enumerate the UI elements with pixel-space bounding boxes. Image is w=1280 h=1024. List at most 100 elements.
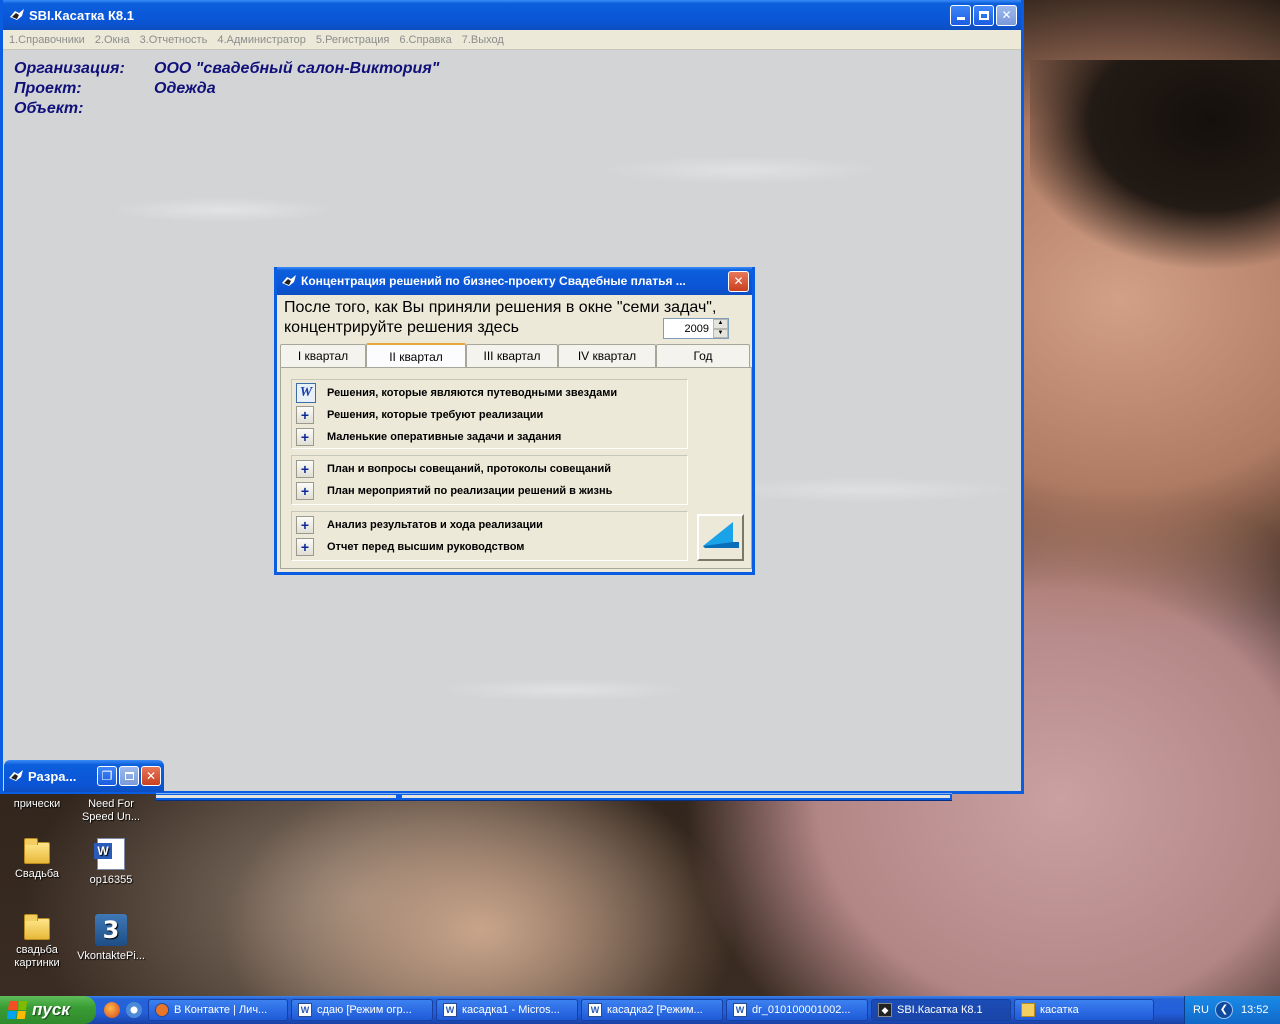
restore-icon: ❐ bbox=[101, 769, 113, 783]
minimize-button[interactable] bbox=[950, 4, 971, 26]
app-icon bbox=[282, 275, 296, 286]
minimized-window-title: Разра... bbox=[28, 768, 77, 784]
menu-bar: 1.Справочники 2.Окна 3.Отчетность 4.Адми… bbox=[3, 30, 1021, 50]
plus-icon[interactable]: + bbox=[296, 538, 314, 556]
menu-item-registratsiya[interactable]: 5.Регистрация bbox=[316, 34, 389, 46]
spin-down-icon[interactable]: ▼ bbox=[713, 328, 728, 338]
taskbar-item-kasatka-folder[interactable]: касатка bbox=[1014, 999, 1154, 1021]
close-icon: ✕ bbox=[733, 274, 744, 288]
plus-icon[interactable]: + bbox=[296, 406, 314, 424]
menu-item-spravochniki[interactable]: 1.Справочники bbox=[9, 34, 85, 46]
language-indicator[interactable]: RU bbox=[1193, 1004, 1215, 1016]
menu-item-spravka[interactable]: 6.Справка bbox=[399, 34, 451, 46]
object-label: Объект: bbox=[14, 100, 84, 117]
taskbar-item-kasadka1[interactable]: Wкасадка1 - Micros... bbox=[436, 999, 578, 1021]
plus-icon[interactable]: + bbox=[296, 428, 314, 446]
desktop-icon-label: прически bbox=[13, 798, 61, 810]
main-window-title: SBI.Касатка К8.1 bbox=[29, 7, 134, 23]
minimized-close-button[interactable]: ✕ bbox=[141, 766, 161, 786]
media-player-icon[interactable] bbox=[126, 1002, 142, 1018]
task-label: dr_010100001002... bbox=[752, 1004, 851, 1016]
item-label: План мероприятий по реализации решений в… bbox=[327, 485, 613, 497]
maximize-button-disabled[interactable] bbox=[119, 766, 139, 786]
menu-item-otchetnost[interactable]: 3.Отчетность bbox=[140, 34, 208, 46]
start-label: пуск bbox=[32, 1000, 70, 1019]
taskbar-item-sbi-kasatka[interactable]: ◆ SBI.Касатка К8.1 bbox=[871, 999, 1011, 1021]
desktop-icon-pricheski[interactable]: прически bbox=[0, 798, 74, 811]
quick-launch bbox=[96, 1002, 148, 1018]
tab-q1[interactable]: I квартал bbox=[280, 344, 366, 367]
task-label: касадка1 - Micros... bbox=[462, 1004, 560, 1016]
item-label: Решения, которые требуют реализации bbox=[327, 409, 544, 421]
taskbar-item-kasadka2[interactable]: Wкасадка2 [Режим... bbox=[581, 999, 723, 1021]
list-item[interactable]: + Маленькие оперативные задачи и задания bbox=[292, 426, 687, 448]
close-icon: ✕ bbox=[145, 769, 157, 783]
list-item[interactable]: W Решения, которые являются путеводными … bbox=[292, 382, 687, 404]
inner-window-edge bbox=[156, 793, 952, 801]
list-item[interactable]: + План мероприятий по реализации решений… bbox=[292, 480, 687, 502]
network-icon[interactable]: ❮ bbox=[1215, 1001, 1233, 1019]
word-doc-icon[interactable]: W bbox=[296, 383, 316, 403]
main-window-titlebar[interactable]: SBI.Касатка К8.1 ✕ bbox=[3, 0, 1021, 30]
folder-icon bbox=[1021, 1003, 1035, 1017]
taskbar: пуск В Контакте | Лич... Wсдаю [Режим ог… bbox=[0, 996, 1280, 1024]
item-label: Отчет перед высшим руководством bbox=[327, 541, 525, 553]
dialog-heading-line2: концентрируйте решения здесь bbox=[284, 319, 519, 336]
wallpaper-hair-shape bbox=[1030, 60, 1280, 320]
list-item[interactable]: + Решения, которые требуют реализации bbox=[292, 404, 687, 426]
list-item[interactable]: + Отчет перед высшим руководством bbox=[292, 536, 687, 558]
tab-q4[interactable]: IV квартал bbox=[558, 344, 656, 367]
spin-up-icon[interactable]: ▲ bbox=[713, 319, 728, 329]
task-label: касадка2 [Режим... bbox=[607, 1004, 703, 1016]
desktop-icon-label: Свадьба bbox=[14, 868, 60, 880]
maximize-icon bbox=[978, 10, 989, 20]
org-value: ООО "свадебный салон-Виктория" bbox=[154, 60, 440, 77]
arrow-icon bbox=[703, 522, 739, 548]
word-icon: W bbox=[443, 1003, 457, 1017]
desktop-icon-label: свадьба картинки bbox=[14, 944, 60, 969]
folder-icon bbox=[24, 914, 50, 940]
dialog-heading: После того, как Вы приняли решения в окн… bbox=[284, 298, 716, 338]
word-icon: W bbox=[298, 1003, 312, 1017]
tab-year[interactable]: Год bbox=[656, 344, 750, 367]
desktop-icon-vkontakte[interactable]: 3 VkontaktePi... bbox=[74, 914, 148, 963]
desktop-icon-svadba-kartinki[interactable]: свадьба картинки bbox=[0, 914, 74, 970]
maximize-button[interactable] bbox=[973, 4, 994, 26]
dialog-titlebar[interactable]: Концентрация решений по бизнес-проекту С… bbox=[277, 267, 752, 295]
task-label: SBI.Касатка К8.1 bbox=[897, 1004, 983, 1016]
list-item[interactable]: + Анализ результатов и хода реализации bbox=[292, 514, 687, 536]
minimized-window[interactable]: Разра... ❐ ✕ bbox=[4, 760, 164, 792]
desktop-icon-svadba[interactable]: Свадьба bbox=[0, 838, 74, 881]
maximize-icon bbox=[124, 772, 134, 780]
plus-icon[interactable]: + bbox=[296, 460, 314, 478]
dialog-close-button[interactable]: ✕ bbox=[728, 270, 749, 292]
word-icon: W bbox=[588, 1003, 602, 1017]
main-window: SBI.Касатка К8.1 ✕ 1.Справочники 2.Окна … bbox=[0, 0, 1024, 794]
desktop-icon-need-for-speed[interactable]: Need For Speed Un... bbox=[74, 798, 148, 824]
clock: 13:52 bbox=[1241, 1004, 1269, 1016]
tab-q2[interactable]: II квартал bbox=[366, 343, 466, 368]
taskbar-item-dr[interactable]: Wdr_010100001002... bbox=[726, 999, 868, 1021]
tab-q3[interactable]: III квартал bbox=[466, 344, 558, 367]
close-button-disabled[interactable]: ✕ bbox=[996, 4, 1017, 26]
year-spinner[interactable]: 2009 ▲ ▼ bbox=[663, 318, 729, 339]
desktop-icon-op16355[interactable]: W op16355 bbox=[74, 838, 148, 887]
restore-button[interactable]: ❐ bbox=[97, 766, 117, 786]
menu-item-administrator[interactable]: 4.Администратор bbox=[217, 34, 306, 46]
windows-flag-icon bbox=[6, 1001, 28, 1019]
list-item[interactable]: + План и вопросы совещаний, протоколы со… bbox=[292, 458, 687, 480]
plus-icon[interactable]: + bbox=[296, 516, 314, 534]
tab-panel: W Решения, которые являются путеводными … bbox=[280, 367, 752, 569]
menu-item-okna[interactable]: 2.Окна bbox=[95, 34, 130, 46]
plus-icon[interactable]: + bbox=[296, 482, 314, 500]
menu-item-vykhod[interactable]: 7.Выход bbox=[462, 34, 504, 46]
dialog-title: Концентрация решений по бизнес-проекту С… bbox=[301, 274, 686, 288]
back-arrow-button[interactable] bbox=[697, 514, 744, 561]
firefox-icon[interactable] bbox=[104, 1002, 120, 1018]
taskbar-item-sdayu[interactable]: Wсдаю [Режим огр... bbox=[291, 999, 433, 1021]
desktop-icon-label: VkontaktePi... bbox=[77, 950, 145, 962]
app-icon bbox=[10, 9, 24, 20]
org-label: Организация: bbox=[14, 60, 125, 77]
start-button[interactable]: пуск bbox=[0, 996, 96, 1024]
taskbar-item-vkontakte[interactable]: В Контакте | Лич... bbox=[148, 999, 288, 1021]
